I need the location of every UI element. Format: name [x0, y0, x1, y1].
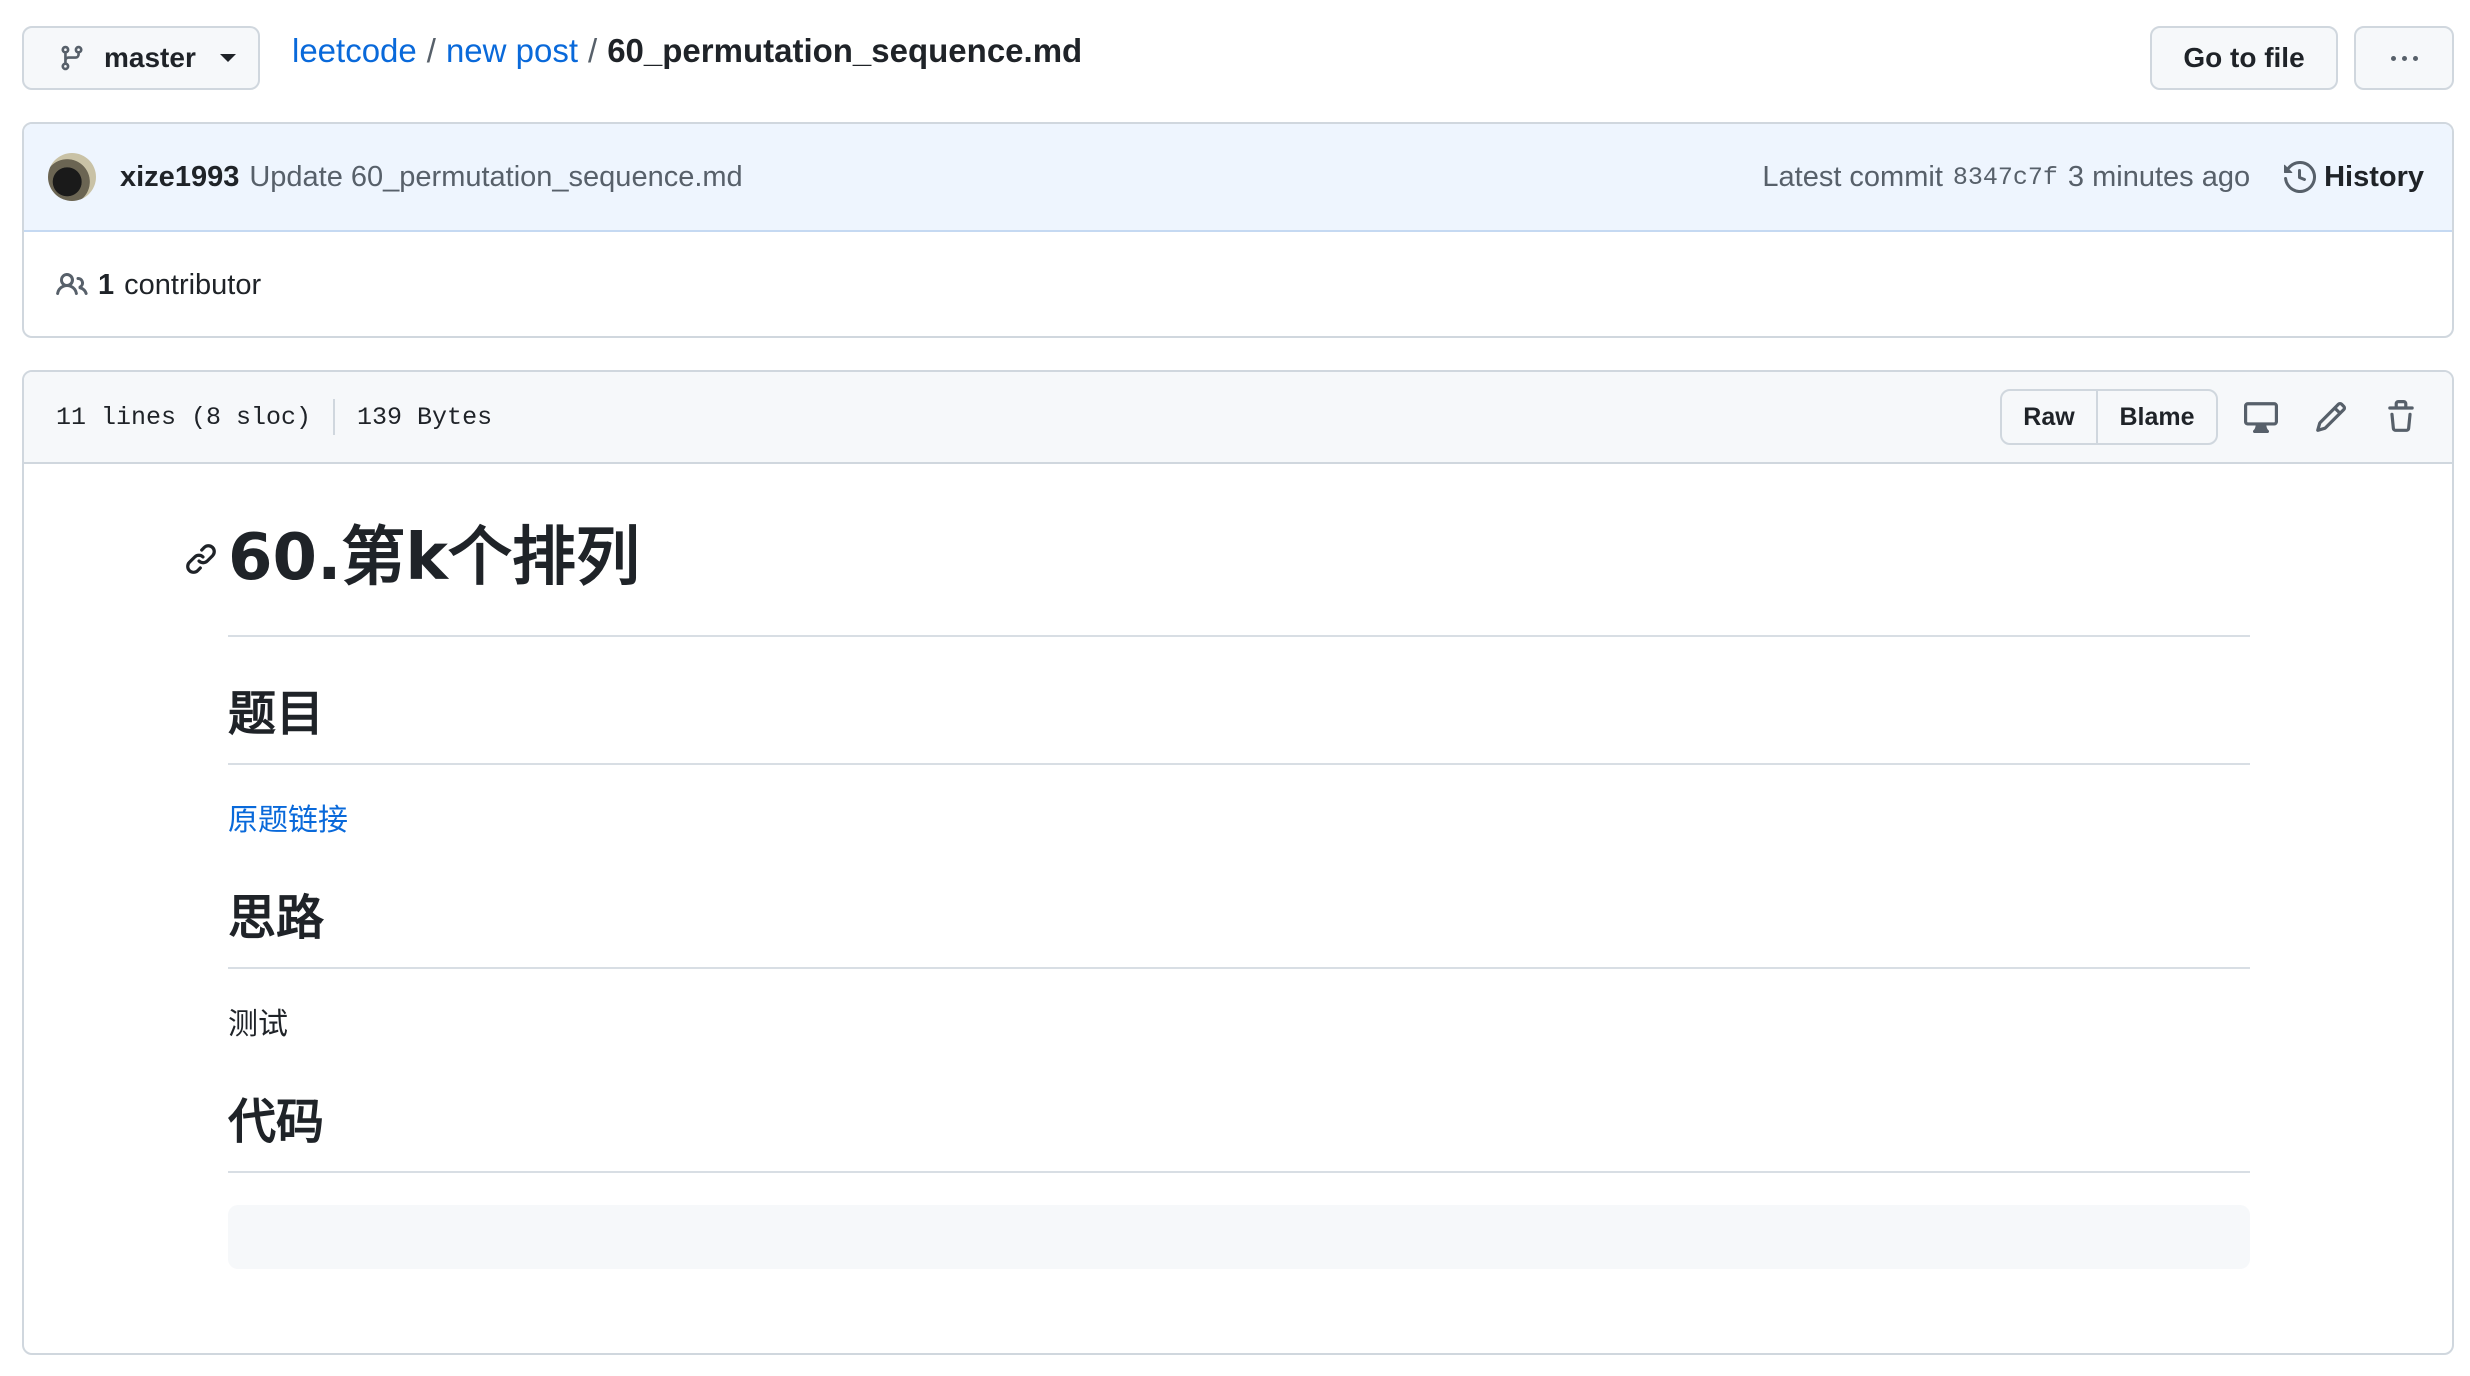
breadcrumb: leetcode / new post / 60_permutation_seq… — [292, 26, 1082, 76]
commit-author-link[interactable]: xize1993 — [120, 161, 239, 194]
file-actions-group: Raw Blame — [2000, 389, 2218, 445]
section-heading-code: 代码 — [228, 1081, 2250, 1173]
file-line-count: 11 lines (8 sloc) — [56, 402, 312, 432]
markdown-body: 60.第k个排列 题目 原题链接 思路 测试 代码 — [186, 464, 2250, 1269]
problem-link[interactable]: 原题链接 — [228, 803, 348, 838]
history-icon — [2284, 161, 2317, 193]
trash-icon[interactable] — [2382, 398, 2420, 436]
breadcrumb-separator: / — [426, 32, 436, 69]
commit-hash-link[interactable]: 8347c7f — [1953, 163, 2058, 192]
branch-name: master — [104, 42, 196, 73]
branch-select-button[interactable]: master — [22, 26, 260, 90]
people-icon — [56, 272, 88, 296]
markdown-title-text: 60.第k个排列 — [228, 521, 640, 595]
file-size: 139 Bytes — [357, 402, 493, 432]
latest-commit-box: xize1993 Update 60_permutation_sequence.… — [22, 122, 2454, 338]
file-header: 11 lines (8 sloc) 139 Bytes Raw Blame — [24, 372, 2452, 464]
markdown-title: 60.第k个排列 — [186, 464, 2250, 637]
code-block — [228, 1205, 2250, 1269]
go-to-file-button[interactable]: Go to file — [2150, 26, 2338, 90]
breadcrumb-file-name: 60_permutation_sequence.md — [607, 32, 1083, 69]
commit-meta: Latest commit 8347c7f 3 minutes ago Hist… — [1762, 124, 2424, 230]
git-branch-icon — [61, 45, 83, 71]
contributor-count: 1 — [98, 268, 115, 301]
link-icon[interactable] — [184, 542, 218, 576]
raw-button[interactable]: Raw — [2002, 391, 2098, 443]
breadcrumb-separator: / — [588, 32, 598, 69]
paragraph-approach-text: 测试 — [228, 1007, 288, 1042]
section-heading-approach: 思路 — [228, 877, 2250, 969]
breadcrumb-repo-link[interactable]: leetcode — [292, 32, 417, 70]
history-label: History — [2324, 160, 2424, 193]
latest-commit-label: Latest commit — [1762, 160, 1943, 193]
breadcrumb-folder-link[interactable]: new post — [446, 32, 578, 70]
kebab-horizontal-icon — [2390, 55, 2396, 61]
chevron-down-icon — [219, 54, 236, 62]
contributors-row[interactable]: 1 contributor — [24, 232, 2452, 336]
divider — [333, 399, 336, 435]
commit-message-link[interactable]: Update 60_permutation_sequence.md — [249, 161, 742, 194]
contributor-label: contributor — [124, 268, 262, 301]
commit-row: xize1993 Update 60_permutation_sequence.… — [24, 124, 2452, 232]
section-heading-problem: 题目 — [228, 673, 2250, 765]
pencil-icon[interactable] — [2312, 398, 2350, 436]
history-button[interactable]: History — [2284, 161, 2424, 194]
paragraph: 原题链接 — [228, 765, 2250, 877]
blame-button[interactable]: Blame — [2098, 391, 2216, 443]
commit-time: 3 minutes ago — [2067, 160, 2251, 193]
file-viewer: 11 lines (8 sloc) 139 Bytes Raw Blame 60… — [22, 370, 2454, 1355]
display-icon[interactable] — [2242, 398, 2280, 436]
file-top-bar: master leetcode / new post / 60_permutat… — [0, 0, 2470, 110]
more-options-button[interactable] — [2354, 26, 2454, 90]
avatar[interactable] — [48, 153, 96, 201]
